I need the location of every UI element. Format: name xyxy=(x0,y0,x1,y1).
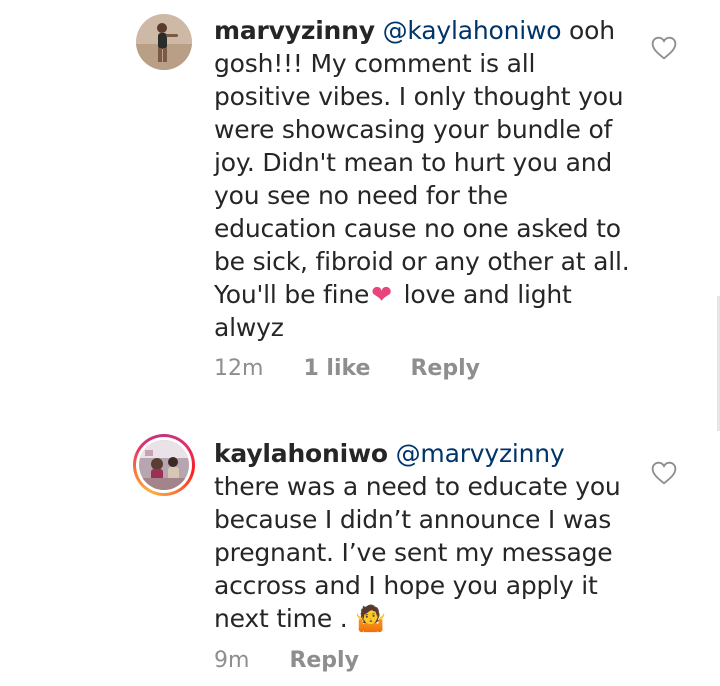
reply-button[interactable]: Reply xyxy=(410,356,480,381)
comment-username[interactable]: kaylahoniwo xyxy=(214,439,388,468)
comment-text: marvyzinny @kaylahoniwo ooh gosh!!! My c… xyxy=(214,14,634,344)
comment-timestamp: 12m xyxy=(214,356,264,381)
comment-meta: 12m 1 like Reply xyxy=(214,356,480,381)
comment-body: there was a need to educate you because … xyxy=(214,472,621,633)
avatar-with-story-ring[interactable] xyxy=(133,434,195,496)
comment-timestamp: 9m xyxy=(214,648,250,673)
comment-text: kaylahoniwo @marvyzinny there was a need… xyxy=(214,437,634,635)
avatar-image xyxy=(139,440,189,490)
like-heart-icon[interactable] xyxy=(651,36,677,60)
avatar-image xyxy=(136,14,192,70)
reply-button[interactable]: Reply xyxy=(289,648,359,673)
like-heart-icon[interactable] xyxy=(651,461,677,485)
comment-likes-count[interactable]: 1 like xyxy=(303,356,370,381)
comment-mention[interactable]: @kaylahoniwo xyxy=(383,16,562,45)
comment-mention[interactable]: @marvyzinny xyxy=(396,439,565,468)
comment-body: ooh gosh!!! My comment is all positive v… xyxy=(214,16,630,309)
avatar[interactable] xyxy=(136,14,192,70)
comment-username[interactable]: marvyzinny xyxy=(214,16,375,45)
comment-meta: 9m Reply xyxy=(214,648,359,673)
heart-emoji-icon: ❤ xyxy=(371,280,392,309)
